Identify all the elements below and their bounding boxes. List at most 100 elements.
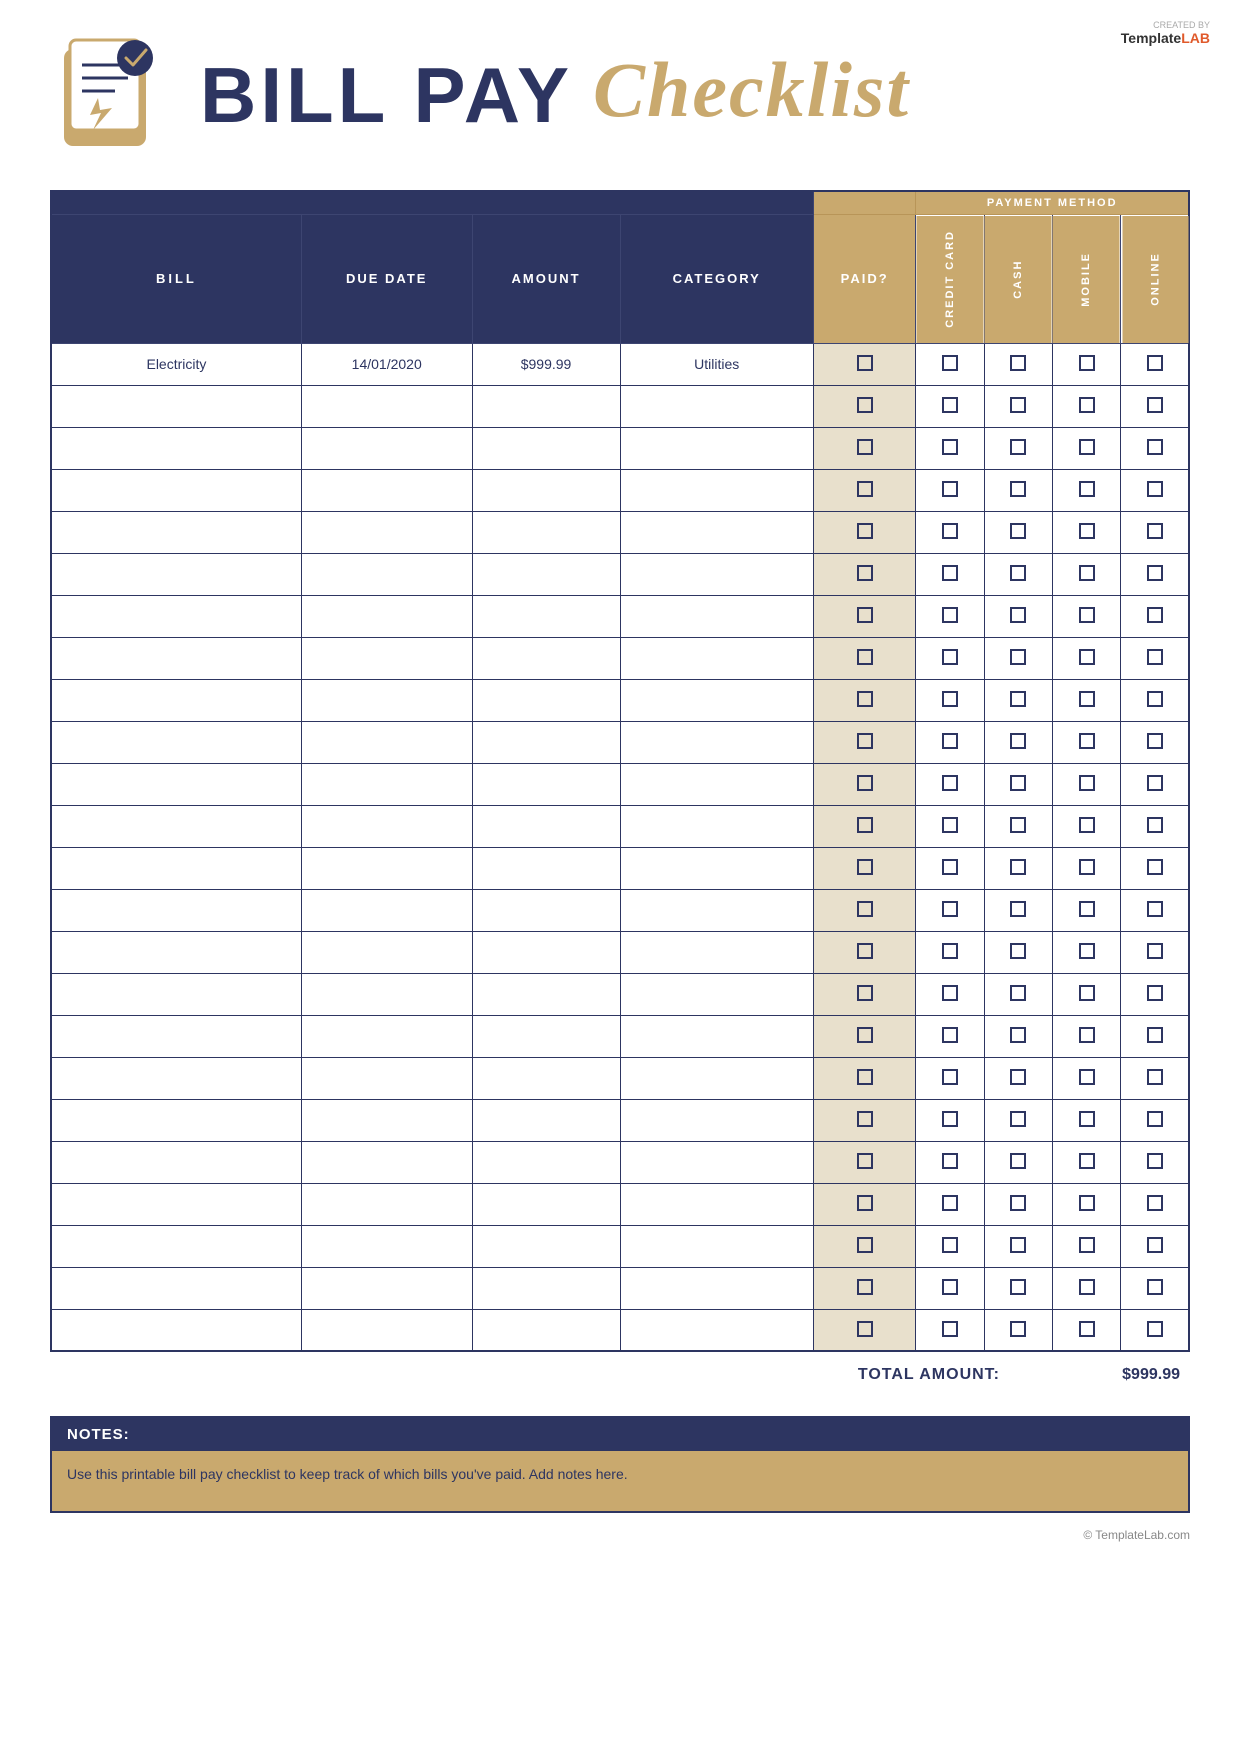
cash-checkbox[interactable] — [1010, 439, 1026, 455]
cash-checkbox[interactable] — [1010, 523, 1026, 539]
online-checkbox[interactable] — [1147, 1195, 1163, 1211]
credit-card-checkbox[interactable] — [942, 901, 958, 917]
credit-card-checkbox[interactable] — [942, 1027, 958, 1043]
paid-checkbox[interactable] — [857, 1027, 873, 1043]
credit-card-checkbox[interactable] — [942, 943, 958, 959]
credit-card-checkbox[interactable] — [942, 733, 958, 749]
mobile-checkbox[interactable] — [1079, 733, 1095, 749]
online-checkbox[interactable] — [1147, 901, 1163, 917]
cash-checkbox[interactable] — [1010, 1279, 1026, 1295]
credit-card-checkbox[interactable] — [942, 1153, 958, 1169]
online-checkbox[interactable] — [1147, 691, 1163, 707]
mobile-checkbox[interactable] — [1079, 1279, 1095, 1295]
online-checkbox[interactable] — [1147, 439, 1163, 455]
mobile-checkbox[interactable] — [1079, 649, 1095, 665]
credit-card-checkbox[interactable] — [942, 691, 958, 707]
credit-card-checkbox[interactable] — [942, 817, 958, 833]
online-checkbox[interactable] — [1147, 859, 1163, 875]
cash-checkbox[interactable] — [1010, 775, 1026, 791]
online-checkbox[interactable] — [1147, 1027, 1163, 1043]
mobile-checkbox[interactable] — [1079, 985, 1095, 1001]
online-checkbox[interactable] — [1147, 607, 1163, 623]
paid-checkbox[interactable] — [857, 943, 873, 959]
online-checkbox[interactable] — [1147, 733, 1163, 749]
credit-card-checkbox[interactable] — [942, 1111, 958, 1127]
mobile-checkbox[interactable] — [1079, 439, 1095, 455]
paid-checkbox[interactable] — [857, 1195, 873, 1211]
credit-card-checkbox[interactable] — [942, 1279, 958, 1295]
cash-checkbox[interactable] — [1010, 1195, 1026, 1211]
paid-checkbox[interactable] — [857, 481, 873, 497]
credit-card-checkbox[interactable] — [942, 1069, 958, 1085]
paid-checkbox[interactable] — [857, 355, 873, 371]
mobile-checkbox[interactable] — [1079, 775, 1095, 791]
credit-card-checkbox[interactable] — [942, 859, 958, 875]
online-checkbox[interactable] — [1147, 985, 1163, 1001]
online-checkbox[interactable] — [1147, 817, 1163, 833]
mobile-checkbox[interactable] — [1079, 1027, 1095, 1043]
online-checkbox[interactable] — [1147, 1237, 1163, 1253]
cash-checkbox[interactable] — [1010, 859, 1026, 875]
paid-checkbox[interactable] — [857, 523, 873, 539]
paid-checkbox[interactable] — [857, 985, 873, 1001]
mobile-checkbox[interactable] — [1079, 1237, 1095, 1253]
paid-checkbox[interactable] — [857, 859, 873, 875]
online-checkbox[interactable] — [1147, 775, 1163, 791]
credit-card-checkbox[interactable] — [942, 523, 958, 539]
online-checkbox[interactable] — [1147, 1153, 1163, 1169]
cash-checkbox[interactable] — [1010, 481, 1026, 497]
online-checkbox[interactable] — [1147, 397, 1163, 413]
paid-checkbox[interactable] — [857, 733, 873, 749]
credit-card-checkbox[interactable] — [942, 1321, 958, 1337]
paid-checkbox[interactable] — [857, 649, 873, 665]
mobile-checkbox[interactable] — [1079, 355, 1095, 371]
online-checkbox[interactable] — [1147, 943, 1163, 959]
cash-checkbox[interactable] — [1010, 1027, 1026, 1043]
cash-checkbox[interactable] — [1010, 355, 1026, 371]
online-checkbox[interactable] — [1147, 1069, 1163, 1085]
mobile-checkbox[interactable] — [1079, 859, 1095, 875]
online-checkbox[interactable] — [1147, 355, 1163, 371]
mobile-checkbox[interactable] — [1079, 607, 1095, 623]
mobile-checkbox[interactable] — [1079, 691, 1095, 707]
online-checkbox[interactable] — [1147, 523, 1163, 539]
paid-checkbox[interactable] — [857, 775, 873, 791]
credit-card-checkbox[interactable] — [942, 439, 958, 455]
cash-checkbox[interactable] — [1010, 565, 1026, 581]
cash-checkbox[interactable] — [1010, 901, 1026, 917]
cash-checkbox[interactable] — [1010, 1321, 1026, 1337]
mobile-checkbox[interactable] — [1079, 1321, 1095, 1337]
mobile-checkbox[interactable] — [1079, 817, 1095, 833]
mobile-checkbox[interactable] — [1079, 523, 1095, 539]
mobile-checkbox[interactable] — [1079, 1069, 1095, 1085]
paid-checkbox[interactable] — [857, 817, 873, 833]
credit-card-checkbox[interactable] — [942, 565, 958, 581]
paid-checkbox[interactable] — [857, 691, 873, 707]
credit-card-checkbox[interactable] — [942, 1195, 958, 1211]
online-checkbox[interactable] — [1147, 1279, 1163, 1295]
paid-checkbox[interactable] — [857, 1279, 873, 1295]
mobile-checkbox[interactable] — [1079, 481, 1095, 497]
cash-checkbox[interactable] — [1010, 607, 1026, 623]
mobile-checkbox[interactable] — [1079, 565, 1095, 581]
paid-checkbox[interactable] — [857, 397, 873, 413]
paid-checkbox[interactable] — [857, 1237, 873, 1253]
paid-checkbox[interactable] — [857, 1069, 873, 1085]
cash-checkbox[interactable] — [1010, 985, 1026, 1001]
credit-card-checkbox[interactable] — [942, 775, 958, 791]
paid-checkbox[interactable] — [857, 1111, 873, 1127]
cash-checkbox[interactable] — [1010, 1237, 1026, 1253]
online-checkbox[interactable] — [1147, 481, 1163, 497]
online-checkbox[interactable] — [1147, 1111, 1163, 1127]
cash-checkbox[interactable] — [1010, 1153, 1026, 1169]
online-checkbox[interactable] — [1147, 649, 1163, 665]
paid-checkbox[interactable] — [857, 439, 873, 455]
paid-checkbox[interactable] — [857, 901, 873, 917]
cash-checkbox[interactable] — [1010, 1069, 1026, 1085]
mobile-checkbox[interactable] — [1079, 397, 1095, 413]
online-checkbox[interactable] — [1147, 1321, 1163, 1337]
paid-checkbox[interactable] — [857, 565, 873, 581]
credit-card-checkbox[interactable] — [942, 1237, 958, 1253]
mobile-checkbox[interactable] — [1079, 901, 1095, 917]
mobile-checkbox[interactable] — [1079, 1195, 1095, 1211]
